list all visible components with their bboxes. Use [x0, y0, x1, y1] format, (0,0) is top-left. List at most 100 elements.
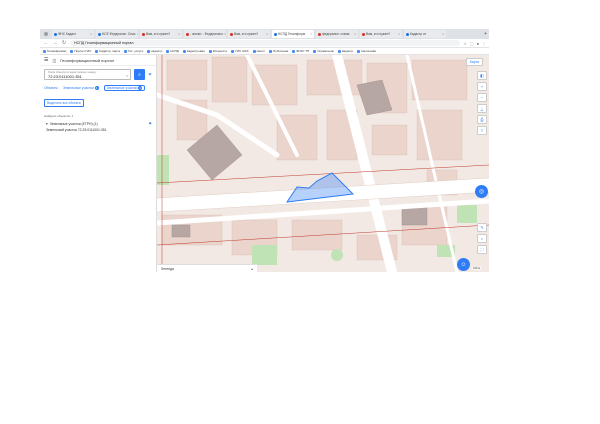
browser-tab[interactable]: Вам, кто нужен? × [228, 30, 270, 38]
bookmark-label: Росреестр [212, 49, 228, 53]
bookmark-item[interactable]: Портал ГИС [70, 49, 91, 53]
result-tab[interactable]: Объекты [44, 86, 58, 90]
print-icon[interactable]: ⎙ [477, 115, 487, 124]
map-canvas[interactable]: Карта ◧ + − ⟂ ⎙ ⇪ ◎ ✎ ⌂ ⛶ ☺ Легенда ▴ 10… [157, 55, 489, 272]
layers-icon[interactable]: ◫ [52, 58, 56, 63]
chevron-up-icon: ▴ [251, 266, 253, 271]
bookmark-icon [182, 49, 186, 53]
browser-tab[interactable]: - значит - Федерально × [184, 30, 226, 38]
bookmark-item[interactable]: Публичная [269, 49, 288, 53]
bookmark-icon [147, 49, 151, 53]
browser-menu-icon[interactable]: ⋮ [482, 41, 486, 46]
browser-tab[interactable]: НСЕ Федеральн. Спис.× [96, 30, 138, 38]
close-tab-icon[interactable]: × [354, 32, 356, 36]
layers-tool-icon[interactable]: ◧ [477, 71, 487, 80]
new-tab-icon[interactable]: + [482, 31, 489, 37]
bookmark-icon [269, 49, 273, 53]
map-drawing [157, 55, 489, 272]
bookmark-item[interactable]: Кадастр [337, 49, 354, 53]
close-tab-icon[interactable]: × [224, 32, 226, 36]
close-tab-icon[interactable]: × [178, 32, 180, 36]
profile-icon[interactable]: ● [477, 41, 479, 46]
reload-icon[interactable]: ↻ [61, 40, 67, 46]
found-count: Найдено объектов: 1 [44, 114, 74, 118]
scale-bar: 100 м [472, 267, 481, 270]
bookmark-label: Гос. услуги [128, 49, 144, 53]
close-tab-icon[interactable]: × [266, 32, 268, 36]
url-text: НСПД Геоинформационный портал [74, 41, 134, 45]
back-icon[interactable]: ← [43, 40, 49, 46]
bookmark-label: ГИС ЖКХ [235, 49, 249, 53]
browser-tab[interactable]: ФНС Кадаст × [52, 30, 94, 38]
measure-icon[interactable]: ⟂ [477, 104, 487, 113]
panel-title: Геоинформационный портал [60, 57, 115, 63]
window-menu-icon[interactable] [44, 32, 48, 36]
close-tab-icon[interactable]: × [398, 32, 400, 36]
select-all-button[interactable]: Выделить все объекты [44, 99, 84, 107]
bookmark-item[interactable]: ГИС ЖКХ [231, 49, 249, 53]
search-button[interactable]: ⌕ [133, 69, 145, 80]
zoom-in-icon[interactable]: + [477, 82, 487, 91]
extensions-icon[interactable]: ⬚ [470, 41, 474, 46]
close-tab-icon[interactable]: × [442, 32, 444, 36]
close-tab-icon[interactable]: × [137, 32, 138, 36]
result-group[interactable]: ▾ Земельные участки (ЕГРН) (1) ⚑ [46, 121, 152, 126]
bookmark-item[interactable]: ФГИС ТП [292, 49, 309, 53]
bookmark-item[interactable]: Кадастр. карта [95, 49, 120, 53]
bookmark-item[interactable]: Налоговая [357, 49, 376, 53]
url-field[interactable]: НСПД Геоинформационный портал [70, 40, 461, 46]
bookmark-icon [292, 49, 296, 53]
home-icon[interactable]: ⌂ [477, 234, 487, 243]
legend-label: Легенда [161, 266, 174, 271]
bookmark-item[interactable]: Геоинформац [43, 49, 66, 53]
bookmark-icon [252, 49, 256, 53]
basemap-button[interactable]: Карта [465, 58, 483, 66]
chat-button[interactable]: ☺ [457, 258, 470, 271]
bookmark-item[interactable]: Кадастровая [182, 49, 205, 53]
tab-bar: ФНС Кадаст×НСЕ Федеральн. Спис.×Вам, кто… [40, 29, 489, 39]
result-item[interactable]: Земельный участок 72:23:0111001:351 [46, 128, 152, 132]
bookmark-icon [357, 49, 361, 53]
draw-icon[interactable]: ✎ [477, 223, 487, 232]
bookmark-icon [208, 49, 212, 53]
favicon-icon [406, 32, 409, 36]
hamburger-menu-icon[interactable]: ☰ [44, 57, 48, 63]
bookmark-item[interactable]: Справочник [313, 49, 334, 53]
clear-icon[interactable]: × [126, 73, 128, 78]
bookmark-label: Кадастр [341, 49, 354, 53]
tab-label: ФНС Кадаст [58, 32, 77, 36]
filter-icon[interactable]: ⏷ [148, 72, 152, 78]
bookmark-label: Налоговая [361, 49, 377, 53]
browser-tab[interactable]: Кадастр от × [404, 30, 446, 38]
share-icon[interactable]: ⇪ [477, 126, 487, 135]
location-pin-icon[interactable]: ⚑ [148, 121, 152, 126]
browser-tab[interactable]: федеральн. схема × [316, 30, 358, 38]
result-tab[interactable]: Земельные участки 1 [103, 85, 146, 91]
bookmark-star-icon[interactable]: ☆ [463, 41, 467, 46]
search-value: 72:23:0111001:351 [48, 74, 82, 79]
close-tab-icon[interactable]: × [310, 32, 312, 36]
zoom-out-icon[interactable]: − [477, 93, 487, 102]
bookmark-item[interactable]: Росреестр [208, 49, 228, 53]
bookmark-label: НСПД [170, 49, 179, 53]
bookmark-item[interactable]: НСПД [166, 49, 179, 53]
close-tab-icon[interactable]: × [90, 32, 92, 36]
locate-button[interactable]: ◎ [475, 185, 488, 198]
bookmark-item[interactable]: Налог [252, 49, 265, 53]
favicon-icon [318, 32, 321, 36]
result-tab[interactable]: Земельные участки 1 [63, 86, 99, 90]
browser-tab[interactable]: НСПД Геоинформ. × [272, 30, 314, 38]
bookmark-label: Кадастр. карта [99, 49, 121, 53]
bookmark-label: Портал ГИС [74, 49, 92, 53]
forward-icon[interactable]: → [52, 40, 58, 46]
tab-label: Кадастр от [410, 32, 427, 36]
chevron-down-icon: ▾ [46, 121, 48, 126]
fullscreen-icon[interactable]: ⛶ [477, 245, 487, 254]
legend-bar[interactable]: Легенда ▴ [157, 264, 257, 272]
panel-header: ☰ ◫ Геоинформационный портал [40, 55, 156, 66]
search-input[interactable]: Поиск объекта по кадастровому номеру 72:… [44, 69, 131, 80]
browser-tab[interactable]: Вам, кто нужен? × [360, 30, 402, 38]
bookmark-item[interactable]: кадастр [147, 49, 162, 53]
bookmark-item[interactable]: Гос. услуги [124, 49, 143, 53]
browser-tab[interactable]: Вам, кто нужен? × [140, 30, 182, 38]
